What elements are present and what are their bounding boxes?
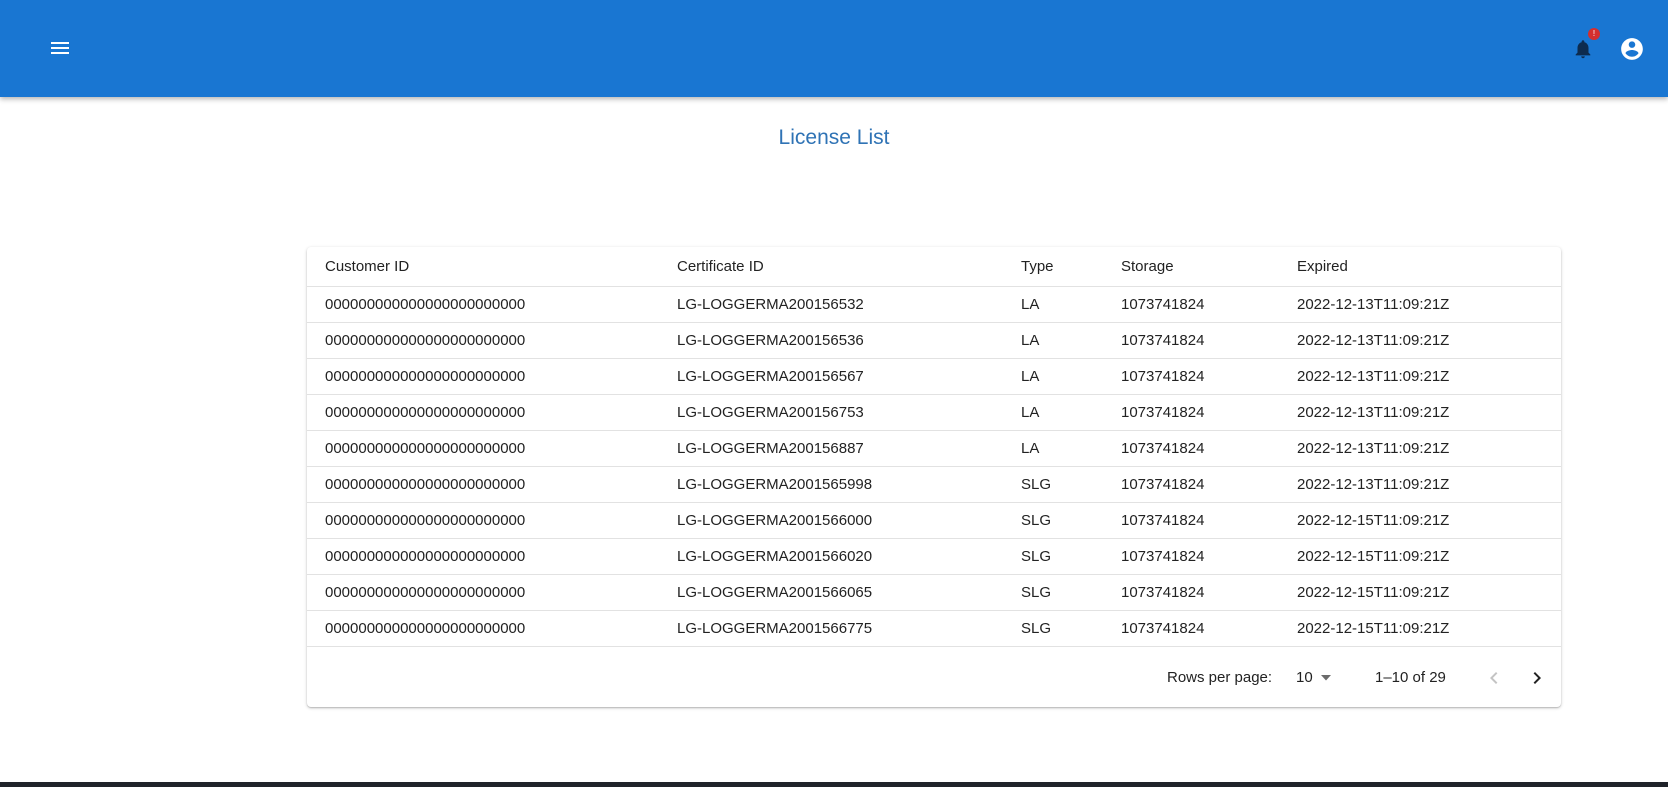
account-circle-icon xyxy=(1621,38,1643,60)
customer-id-cell: 000000000000000000000000 xyxy=(307,286,659,323)
type-cell: SLG xyxy=(1003,574,1103,611)
table-row[interactable]: 000000000000000000000000 LG-LOGGERMA2001… xyxy=(307,538,1561,575)
notification-badge: ! xyxy=(1588,28,1600,40)
table-header-row: Customer ID Certificate ID Type Storage … xyxy=(307,247,1561,287)
rows-per-page-value: 10 xyxy=(1296,669,1313,686)
type-cell: LA xyxy=(1003,322,1103,359)
table-row[interactable]: 000000000000000000000000 LG-LOGGERMA2001… xyxy=(307,322,1561,359)
expired-cell: 2022-12-13T11:09:21Z xyxy=(1279,430,1561,467)
type-cell: SLG xyxy=(1003,610,1103,647)
storage-cell: 1073741824 xyxy=(1103,322,1279,359)
previous-page-button[interactable] xyxy=(1480,664,1508,692)
menu-button[interactable] xyxy=(40,28,80,68)
certificate-id-cell: LG-LOGGERMA200156567 xyxy=(659,358,1003,395)
table-row[interactable]: 000000000000000000000000 LG-LOGGERMA2001… xyxy=(307,430,1561,467)
storage-cell: 1073741824 xyxy=(1103,286,1279,323)
customer-id-cell: 000000000000000000000000 xyxy=(307,538,659,575)
table-row[interactable]: 000000000000000000000000 LG-LOGGERMA2001… xyxy=(307,358,1561,395)
type-cell: LA xyxy=(1003,286,1103,323)
certificate-id-cell: LG-LOGGERMA2001565998 xyxy=(659,466,1003,503)
certificate-id-cell: LG-LOGGERMA200156532 xyxy=(659,286,1003,323)
storage-cell: 1073741824 xyxy=(1103,574,1279,611)
menu-icon xyxy=(51,42,69,54)
customer-id-cell: 000000000000000000000000 xyxy=(307,466,659,503)
expired-cell: 2022-12-13T11:09:21Z xyxy=(1279,394,1561,431)
customer-id-cell: 000000000000000000000000 xyxy=(307,358,659,395)
storage-cell: 1073741824 xyxy=(1103,610,1279,647)
app-bar: ! xyxy=(0,0,1668,97)
table-row[interactable]: 000000000000000000000000 LG-LOGGERMA2001… xyxy=(307,466,1561,503)
certificate-id-cell: LG-LOGGERMA2001566020 xyxy=(659,538,1003,575)
type-cell: LA xyxy=(1003,358,1103,395)
footer-bar xyxy=(0,782,1668,787)
storage-cell: 1073741824 xyxy=(1103,358,1279,395)
certificate-id-cell: LG-LOGGERMA200156536 xyxy=(659,322,1003,359)
next-page-button[interactable] xyxy=(1523,664,1551,692)
certificate-id-cell: LG-LOGGERMA2001566000 xyxy=(659,502,1003,539)
chevron-right-icon xyxy=(1533,672,1541,684)
license-table: Customer ID Certificate ID Type Storage … xyxy=(307,247,1561,647)
table-row[interactable]: 000000000000000000000000 LG-LOGGERMA2001… xyxy=(307,610,1561,647)
page-title: License List xyxy=(778,126,890,149)
certificate-id-cell: LG-LOGGERMA200156887 xyxy=(659,430,1003,467)
column-header-storage[interactable]: Storage xyxy=(1103,247,1279,287)
expired-cell: 2022-12-15T11:09:21Z xyxy=(1279,574,1561,611)
type-cell: LA xyxy=(1003,430,1103,467)
rows-per-page-select[interactable]: 10 xyxy=(1296,669,1331,686)
customer-id-cell: 000000000000000000000000 xyxy=(307,574,659,611)
customer-id-cell: 000000000000000000000000 xyxy=(307,610,659,647)
customer-id-cell: 000000000000000000000000 xyxy=(307,322,659,359)
storage-cell: 1073741824 xyxy=(1103,430,1279,467)
chevron-left-icon xyxy=(1490,672,1498,684)
expired-cell: 2022-12-13T11:09:21Z xyxy=(1279,322,1561,359)
expired-cell: 2022-12-13T11:09:21Z xyxy=(1279,286,1561,323)
expired-cell: 2022-12-13T11:09:21Z xyxy=(1279,358,1561,395)
table-row[interactable]: 000000000000000000000000 LG-LOGGERMA2001… xyxy=(307,286,1561,323)
rows-per-page-label: Rows per page: xyxy=(1167,669,1273,686)
column-header-type[interactable]: Type xyxy=(1003,247,1103,287)
license-table-card: Customer ID Certificate ID Type Storage … xyxy=(307,247,1561,707)
table-body: 000000000000000000000000 LG-LOGGERMA2001… xyxy=(307,286,1561,647)
bell-icon xyxy=(1575,40,1591,59)
type-cell: LA xyxy=(1003,394,1103,431)
column-header-certificate-id[interactable]: Certificate ID xyxy=(659,247,1003,287)
type-cell: SLG xyxy=(1003,466,1103,503)
table-row[interactable]: 000000000000000000000000 LG-LOGGERMA2001… xyxy=(307,394,1561,431)
pagination-range: 1–10 of 29 xyxy=(1375,669,1446,686)
customer-id-cell: 000000000000000000000000 xyxy=(307,430,659,467)
column-header-expired[interactable]: Expired xyxy=(1279,247,1561,287)
certificate-id-cell: LG-LOGGERMA200156753 xyxy=(659,394,1003,431)
caret-down-icon xyxy=(1320,675,1331,681)
expired-cell: 2022-12-15T11:09:21Z xyxy=(1279,610,1561,647)
column-header-customer-id[interactable]: Customer ID xyxy=(307,247,659,287)
table-pagination: Rows per page: 10 1–10 of 29 xyxy=(307,650,1561,706)
customer-id-cell: 000000000000000000000000 xyxy=(307,394,659,431)
table-row[interactable]: 000000000000000000000000 LG-LOGGERMA2001… xyxy=(307,574,1561,611)
storage-cell: 1073741824 xyxy=(1103,538,1279,575)
table-row[interactable]: 000000000000000000000000 LG-LOGGERMA2001… xyxy=(307,502,1561,539)
account-button[interactable] xyxy=(1612,29,1652,69)
certificate-id-cell: LG-LOGGERMA2001566065 xyxy=(659,574,1003,611)
type-cell: SLG xyxy=(1003,538,1103,575)
storage-cell: 1073741824 xyxy=(1103,466,1279,503)
type-cell: SLG xyxy=(1003,502,1103,539)
storage-cell: 1073741824 xyxy=(1103,502,1279,539)
expired-cell: 2022-12-15T11:09:21Z xyxy=(1279,502,1561,539)
customer-id-cell: 000000000000000000000000 xyxy=(307,502,659,539)
storage-cell: 1073741824 xyxy=(1103,394,1279,431)
certificate-id-cell: LG-LOGGERMA2001566775 xyxy=(659,610,1003,647)
expired-cell: 2022-12-15T11:09:21Z xyxy=(1279,538,1561,575)
expired-cell: 2022-12-13T11:09:21Z xyxy=(1279,466,1561,503)
